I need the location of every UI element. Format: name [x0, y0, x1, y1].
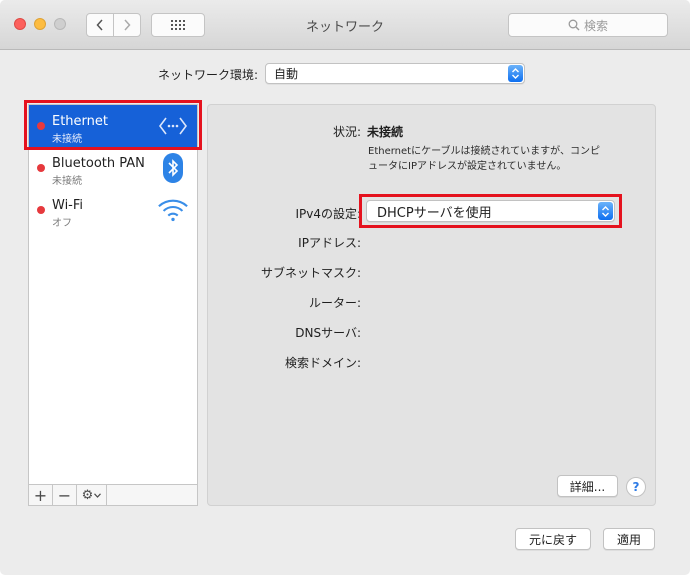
status-value: 未接続 [367, 125, 404, 139]
subnet-mask-label: サブネットマスク: [260, 266, 361, 280]
status-label: 状況: [332, 125, 361, 139]
location-popup[interactable]: 自動 [265, 63, 525, 84]
remove-service-button[interactable]: − [53, 485, 77, 505]
ipv4-label: IPv4の設定: [295, 207, 361, 221]
service-list: Ethernet 未接続 Bluetooth PAN 未接続 Wi-Fi オフ … [28, 104, 198, 506]
location-label: ネットワーク環境: [157, 68, 258, 82]
title-bar: ネットワーク 検索 [0, 0, 690, 50]
service-item-wifi[interactable]: Wi-Fi オフ [29, 189, 197, 231]
service-status: 未接続 [52, 176, 82, 187]
service-name: Bluetooth PAN [52, 156, 145, 171]
gear-icon: ⚙ [81, 487, 94, 503]
dns-server-label: DNSサーバ: [295, 326, 361, 340]
service-name: Wi-Fi [52, 198, 84, 213]
bluetooth-icon [157, 153, 189, 183]
router-label: ルーター: [308, 296, 361, 310]
highlight-box-ipv4 [359, 194, 622, 228]
apply-button[interactable]: 適用 [603, 528, 655, 550]
service-status: オフ [52, 218, 72, 229]
popup-stepper-icon [508, 65, 523, 82]
service-list-toolbar: + − ⚙ [29, 484, 197, 505]
chevron-down-icon [94, 492, 102, 498]
revert-button[interactable]: 元に戻す [515, 528, 591, 550]
gear-menu-button[interactable]: ⚙ [77, 485, 107, 505]
location-value: 自動 [274, 67, 299, 81]
service-item-bluetooth-pan[interactable]: Bluetooth PAN 未接続 [29, 147, 197, 189]
status-dot [37, 206, 45, 214]
advanced-button[interactable]: 詳細... [557, 475, 618, 497]
network-preferences-window: ネットワーク 検索 ネットワーク環境: 自動 Ethernet 未接続 Blue… [0, 0, 690, 575]
ip-address-label: IPアドレス: [298, 236, 361, 250]
add-service-button[interactable]: + [29, 485, 53, 505]
search-domain-label: 検索ドメイン: [284, 356, 361, 370]
status-dot [37, 164, 45, 172]
status-description: Ethernetにケーブルは接続されていますが、コンピュータにIPアドレスが設定… [368, 146, 600, 172]
help-button[interactable]: ? [626, 477, 646, 497]
search-icon [568, 19, 580, 31]
search-field[interactable]: 検索 [508, 13, 668, 37]
highlight-box-ethernet [24, 100, 202, 150]
wifi-icon [157, 195, 189, 225]
search-placeholder: 検索 [583, 18, 608, 33]
